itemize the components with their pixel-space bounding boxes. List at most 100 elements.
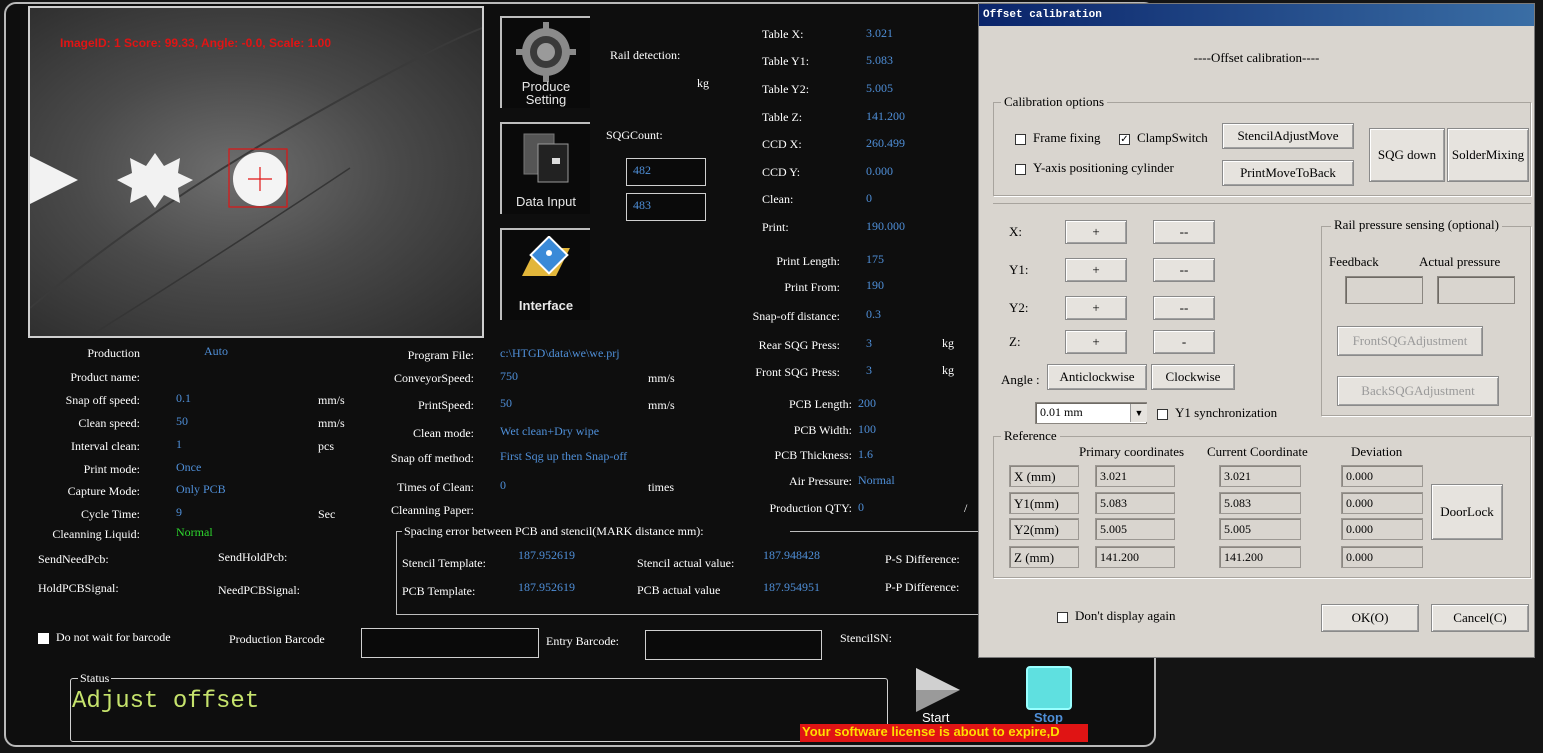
pcb-param-label: PCB Length: — [788, 397, 852, 411]
stop-label: Stop — [1034, 710, 1063, 725]
dont-display-checkbox[interactable] — [1057, 612, 1068, 623]
axis-minus-button[interactable]: -- — [1153, 258, 1215, 282]
left-param-value: 0.1 — [176, 391, 191, 405]
pcb-param-value: Normal — [858, 473, 895, 487]
pcb-param-label: PCB Thickness: — [774, 448, 852, 462]
table-pos-value: 5.005 — [866, 81, 893, 95]
table-pos-value: 5.083 — [866, 53, 893, 67]
left-param-value: Only PCB — [176, 482, 226, 496]
left-param-value: Normal — [176, 525, 213, 539]
frame-fixing-label: Frame fixing — [1033, 130, 1101, 145]
front-sqg-adjustment-button[interactable]: FrontSQGAdjustment — [1337, 326, 1483, 356]
axis-plus-button[interactable]: + — [1065, 330, 1127, 354]
pcb-param-value: 1.6 — [858, 447, 873, 461]
axis-plus-button[interactable]: + — [1065, 220, 1127, 244]
stop-button[interactable]: Stop — [1024, 664, 1074, 726]
print-move-to-back-button[interactable]: PrintMoveToBack — [1222, 160, 1354, 186]
print-param-value: 3 — [866, 363, 872, 377]
print-param-value: 175 — [866, 252, 884, 266]
data-input-button[interactable]: Data Input — [500, 122, 590, 214]
clockwise-button[interactable]: Clockwise — [1151, 364, 1235, 390]
back-sqg-adjustment-button[interactable]: BackSQGAdjustment — [1337, 376, 1499, 406]
axis-plus-button[interactable]: + — [1065, 258, 1127, 282]
table-pos-value: 190.000 — [866, 219, 905, 233]
ref-primary-value: 5.083 — [1095, 492, 1175, 514]
anticlockwise-button[interactable]: Anticlockwise — [1047, 364, 1147, 390]
interface-folder-icon — [522, 236, 570, 276]
mid-param-value: First Sqg up then Snap-off — [500, 449, 628, 463]
step-size-select[interactable]: 0.01 mm ▼ — [1035, 402, 1147, 424]
ps-difference-label: P-S Difference: — [885, 552, 960, 566]
pcb-param-suffix: / — [964, 501, 968, 515]
mid-param-value: c:\HTGD\data\we\we.prj — [500, 346, 620, 360]
offset-calibration-dialog: Offset calibration ----Offset calibratio… — [978, 3, 1535, 658]
axis-minus-button[interactable]: -- — [1153, 296, 1215, 320]
rail-detection-label: Rail detection: — [610, 48, 681, 62]
door-lock-button[interactable]: DoorLock — [1431, 484, 1503, 540]
mid-param-value: 750 — [500, 369, 518, 383]
ref-current-value: 5.005 — [1219, 518, 1301, 540]
pcb-template-value: 187.952619 — [518, 580, 575, 594]
step-size-value: 0.01 mm — [1040, 405, 1083, 419]
axis-minus-button[interactable]: -- — [1153, 220, 1215, 244]
actual-pressure-field — [1437, 276, 1515, 304]
ref-row-label: Y2(mm) — [1009, 518, 1079, 540]
production-barcode-input[interactable] — [361, 628, 539, 658]
start-button[interactable]: Start — [904, 664, 964, 726]
production-barcode-label: Production Barcode — [229, 632, 325, 646]
ok-button[interactable]: OK(O) — [1321, 604, 1419, 632]
pcb-param-value: 100 — [858, 422, 876, 436]
table-pos-value: 141.200 — [866, 109, 905, 123]
print-param-label: Print Length: — [776, 254, 840, 268]
produce-setting-button[interactable]: Produce Setting — [500, 16, 590, 108]
frame-fixing-checkbox[interactable] — [1015, 134, 1026, 145]
match-score-text: ImageID: 1 Score: 99.33, Angle: -0.0, Sc… — [60, 36, 332, 50]
spacing-group-title: Spacing error between PCB and stencil(MA… — [404, 524, 704, 538]
y-axis-cylinder-checkbox[interactable] — [1015, 164, 1026, 175]
send-hold-pcb-label: SendHoldPcb: — [218, 550, 288, 564]
axis-minus-button[interactable]: - — [1153, 330, 1215, 354]
primary-coordinates-header: Primary coordinates — [1079, 444, 1185, 459]
pcb-param-value: 0 — [858, 500, 864, 514]
no-wait-barcode-checkbox[interactable] — [38, 633, 49, 644]
y1-sync-checkbox[interactable] — [1157, 409, 1168, 420]
clamp-switch-checkbox[interactable]: ✓ — [1119, 134, 1130, 145]
deviation-header: Deviation — [1351, 444, 1403, 459]
cancel-button[interactable]: Cancel(C) — [1431, 604, 1529, 632]
rail-pressure-title: Rail pressure sensing (optional) — [1331, 217, 1502, 233]
pcb-param-label: PCB Width: — [793, 423, 852, 437]
send-need-pcb-label: SendNeedPcb: — [38, 552, 109, 566]
print-param-label: Front SQG Press: — [755, 365, 840, 379]
ref-deviation-value: 0.000 — [1341, 546, 1423, 568]
mid-param-value: 50 — [500, 396, 512, 410]
ref-current-value: 141.200 — [1219, 546, 1301, 568]
table-pos-label: Clean: — [762, 192, 794, 206]
entry-barcode-input[interactable] — [645, 630, 822, 660]
play-icon — [916, 668, 960, 712]
calibration-options-title: Calibration options — [1001, 94, 1108, 110]
feedback-label: Feedback — [1329, 254, 1379, 269]
ref-current-value: 5.083 — [1219, 492, 1301, 514]
camera-view: ImageID: 1 Score: 99.33, Angle: -0.0, Sc… — [28, 6, 484, 338]
mid-param-label: Program File: — [407, 348, 474, 362]
entry-barcode-label: Entry Barcode: — [546, 634, 619, 648]
ref-deviation-value: 0.000 — [1341, 492, 1423, 514]
ref-primary-value: 141.200 — [1095, 546, 1175, 568]
mid-param-label: Cleanning Paper: — [391, 503, 474, 517]
left-param-value: 9 — [176, 505, 182, 519]
mid-param-value: Wet clean+Dry wipe — [500, 424, 600, 438]
sqg-down-button[interactable]: SQG down — [1369, 128, 1445, 182]
stencil-template-label: Stencil Template: — [402, 556, 486, 570]
ref-row-label: Z (mm) — [1009, 546, 1079, 568]
table-pos-label: Table X: — [762, 27, 804, 41]
produce-setting-label: Produce Setting — [521, 79, 571, 107]
sqg-count-field-1: 482 — [626, 158, 706, 186]
stencil-adjust-move-button[interactable]: StencilAdjustMove — [1222, 123, 1354, 149]
axis-plus-button[interactable]: + — [1065, 296, 1127, 320]
print-param-value: 3 — [866, 336, 872, 350]
mid-param-unit: mm/s — [648, 398, 675, 412]
interface-button[interactable]: Interface — [500, 228, 590, 320]
print-param-label: Snap-off distance: — [752, 309, 840, 323]
solder-mixing-button[interactable]: SolderMixing — [1447, 128, 1529, 182]
dont-display-label: Don't display again — [1075, 608, 1176, 623]
